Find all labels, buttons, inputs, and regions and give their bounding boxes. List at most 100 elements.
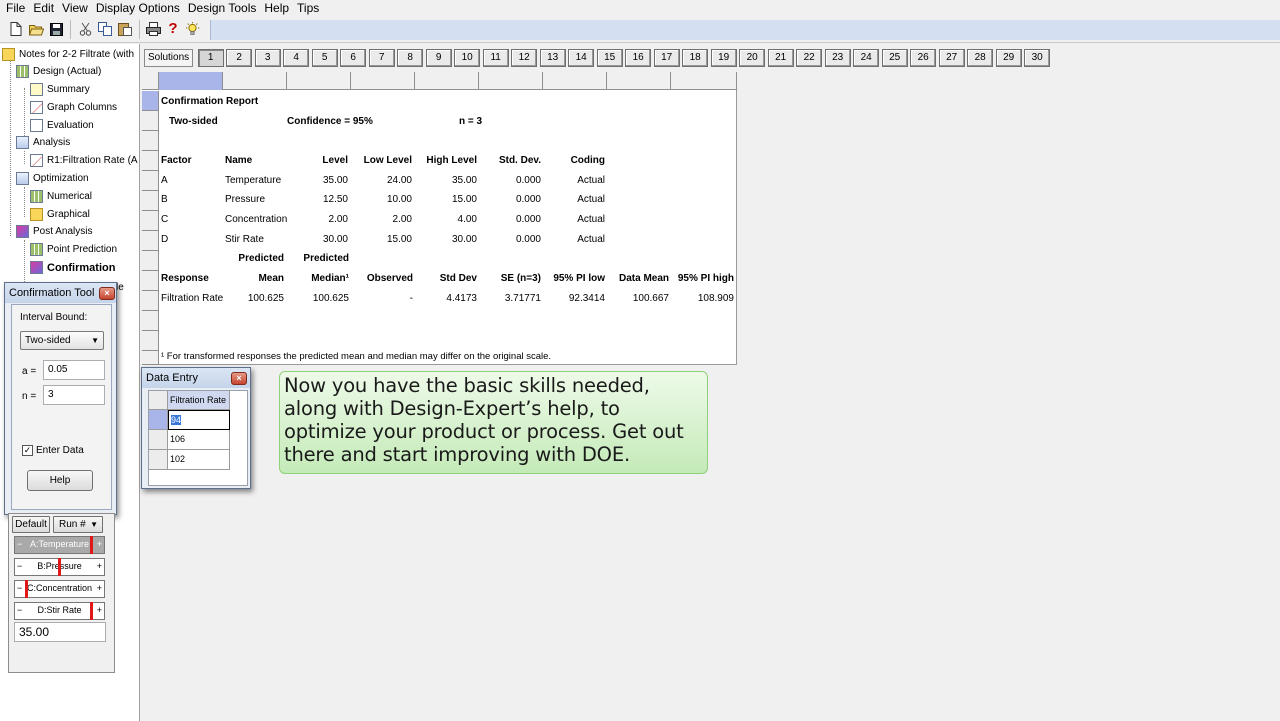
open-folder-icon[interactable]: [28, 21, 44, 37]
tree-root-notes[interactable]: Notes for 2-2 Filtrate (with: [2, 46, 134, 63]
grid-column-header[interactable]: [543, 72, 607, 90]
grid-column-header[interactable]: [607, 72, 671, 90]
solution-tab-28[interactable]: 28: [967, 49, 994, 67]
solution-tab-3[interactable]: 3: [254, 49, 281, 67]
run-number-select[interactable]: Run # ▼: [53, 516, 103, 533]
n-input[interactable]: 3: [43, 385, 105, 405]
factor-slider-a[interactable]: − A:Temperature +: [14, 536, 105, 554]
copy-icon[interactable]: [97, 21, 113, 37]
grid-row-header[interactable]: [142, 151, 159, 171]
tree-item-post-analysis[interactable]: Post Analysis: [16, 223, 92, 240]
data-column-header[interactable]: Filtration Rate: [168, 391, 230, 410]
grid-row-header[interactable]: [142, 131, 159, 151]
solution-tab-21[interactable]: 21: [767, 49, 794, 67]
help-question-icon[interactable]: ?: [165, 21, 181, 37]
factor-slider-b[interactable]: − B:Pressure +: [14, 558, 105, 576]
grid-row-header[interactable]: [142, 91, 159, 111]
solution-tab-16[interactable]: 16: [625, 49, 652, 67]
grid-column-header[interactable]: [479, 72, 543, 90]
solution-tab-19[interactable]: 19: [710, 49, 737, 67]
slider-plus[interactable]: +: [97, 581, 102, 595]
enter-data-checkbox[interactable]: ✓: [22, 445, 33, 456]
slider-marker[interactable]: [90, 602, 93, 620]
solution-tab-9[interactable]: 9: [425, 49, 452, 67]
tree-item-partial[interactable]: le: [116, 279, 124, 296]
menu-display-options[interactable]: Display Options: [92, 1, 184, 16]
solution-tab-6[interactable]: 6: [340, 49, 367, 67]
tree-item-design[interactable]: Design (Actual): [16, 63, 101, 80]
factor-value-input[interactable]: 35.00: [14, 622, 106, 642]
grid-row-header[interactable]: [142, 231, 159, 251]
solution-tab-29[interactable]: 29: [995, 49, 1022, 67]
grid-row-header[interactable]: [142, 111, 159, 131]
solution-tab-4[interactable]: 4: [283, 49, 310, 67]
tree-item-optimization[interactable]: Optimization: [16, 170, 89, 187]
solution-tab-24[interactable]: 24: [853, 49, 880, 67]
solution-tab-20[interactable]: 20: [739, 49, 766, 67]
data-cell-3[interactable]: 102: [168, 450, 230, 470]
solution-tab-23[interactable]: 23: [824, 49, 851, 67]
close-icon[interactable]: ×: [231, 372, 247, 385]
slider-plus[interactable]: +: [97, 537, 102, 551]
grid-row-header[interactable]: [142, 171, 159, 191]
grid-row-header[interactable]: [142, 351, 159, 365]
menu-view[interactable]: View: [58, 1, 92, 16]
grid-column-header[interactable]: [415, 72, 479, 90]
menu-file[interactable]: File: [2, 1, 29, 16]
solution-tab-14[interactable]: 14: [568, 49, 595, 67]
solution-tab-26[interactable]: 26: [910, 49, 937, 67]
solution-tab-11[interactable]: 11: [482, 49, 509, 67]
solution-tab-22[interactable]: 22: [796, 49, 823, 67]
data-cell-1[interactable]: 94: [168, 410, 230, 430]
factor-slider-c[interactable]: − C:Concentration +: [14, 580, 105, 598]
solution-tab-13[interactable]: 13: [539, 49, 566, 67]
grid-row-header[interactable]: [142, 191, 159, 211]
tree-item-numerical[interactable]: Numerical: [30, 188, 92, 205]
solution-tab-5[interactable]: 5: [311, 49, 338, 67]
grid-column-header[interactable]: [351, 72, 415, 90]
grid-row-header[interactable]: [142, 251, 159, 271]
slider-minus[interactable]: −: [17, 559, 22, 573]
slider-plus[interactable]: +: [97, 603, 102, 617]
close-icon[interactable]: ×: [99, 287, 115, 300]
save-icon[interactable]: [48, 21, 64, 37]
menu-tips[interactable]: Tips: [293, 1, 323, 16]
solution-tab-30[interactable]: 30: [1024, 49, 1051, 67]
tree-item-evaluation[interactable]: Evaluation: [30, 117, 94, 134]
grid-row-header[interactable]: [142, 291, 159, 311]
menu-help[interactable]: Help: [260, 1, 293, 16]
solution-tab-2[interactable]: 2: [226, 49, 253, 67]
solution-tab-12[interactable]: 12: [511, 49, 538, 67]
solution-tab-1[interactable]: 1: [197, 49, 224, 67]
tree-item-summary[interactable]: Summary: [30, 81, 90, 98]
new-file-icon[interactable]: [8, 21, 24, 37]
help-button[interactable]: Help: [27, 470, 93, 491]
tip-lightbulb-icon[interactable]: [184, 21, 200, 37]
grid-column-header[interactable]: [287, 72, 351, 90]
tree-item-point-prediction[interactable]: Point Prediction: [30, 241, 117, 258]
tree-item-graphical[interactable]: Graphical: [30, 206, 90, 223]
solution-tab-8[interactable]: 8: [397, 49, 424, 67]
slider-minus[interactable]: −: [17, 537, 22, 551]
grid-column-header[interactable]: [671, 72, 737, 90]
slider-plus[interactable]: +: [97, 559, 102, 573]
menu-design-tools[interactable]: Design Tools: [184, 1, 260, 16]
menu-edit[interactable]: Edit: [29, 1, 58, 16]
grid-row-header[interactable]: [142, 331, 159, 351]
grid-column-header[interactable]: [223, 72, 287, 90]
grid-row-header[interactable]: [142, 311, 159, 331]
grid-column-header[interactable]: [159, 72, 223, 90]
paste-icon[interactable]: [117, 21, 133, 37]
slider-marker[interactable]: [90, 536, 93, 554]
tree-item-r1-filtration-rate[interactable]: R1:Filtration Rate (A: [30, 152, 138, 169]
tree-item-analysis[interactable]: Analysis: [16, 134, 70, 151]
grid-row-header[interactable]: [149, 430, 168, 450]
slider-marker[interactable]: [25, 580, 28, 598]
solution-tab-27[interactable]: 27: [938, 49, 965, 67]
grid-row-header[interactable]: [149, 450, 168, 470]
slider-minus[interactable]: −: [17, 603, 22, 617]
print-icon[interactable]: [145, 21, 161, 37]
solution-tab-25[interactable]: 25: [881, 49, 908, 67]
cut-icon[interactable]: [77, 21, 93, 37]
grid-row-header[interactable]: [142, 211, 159, 231]
